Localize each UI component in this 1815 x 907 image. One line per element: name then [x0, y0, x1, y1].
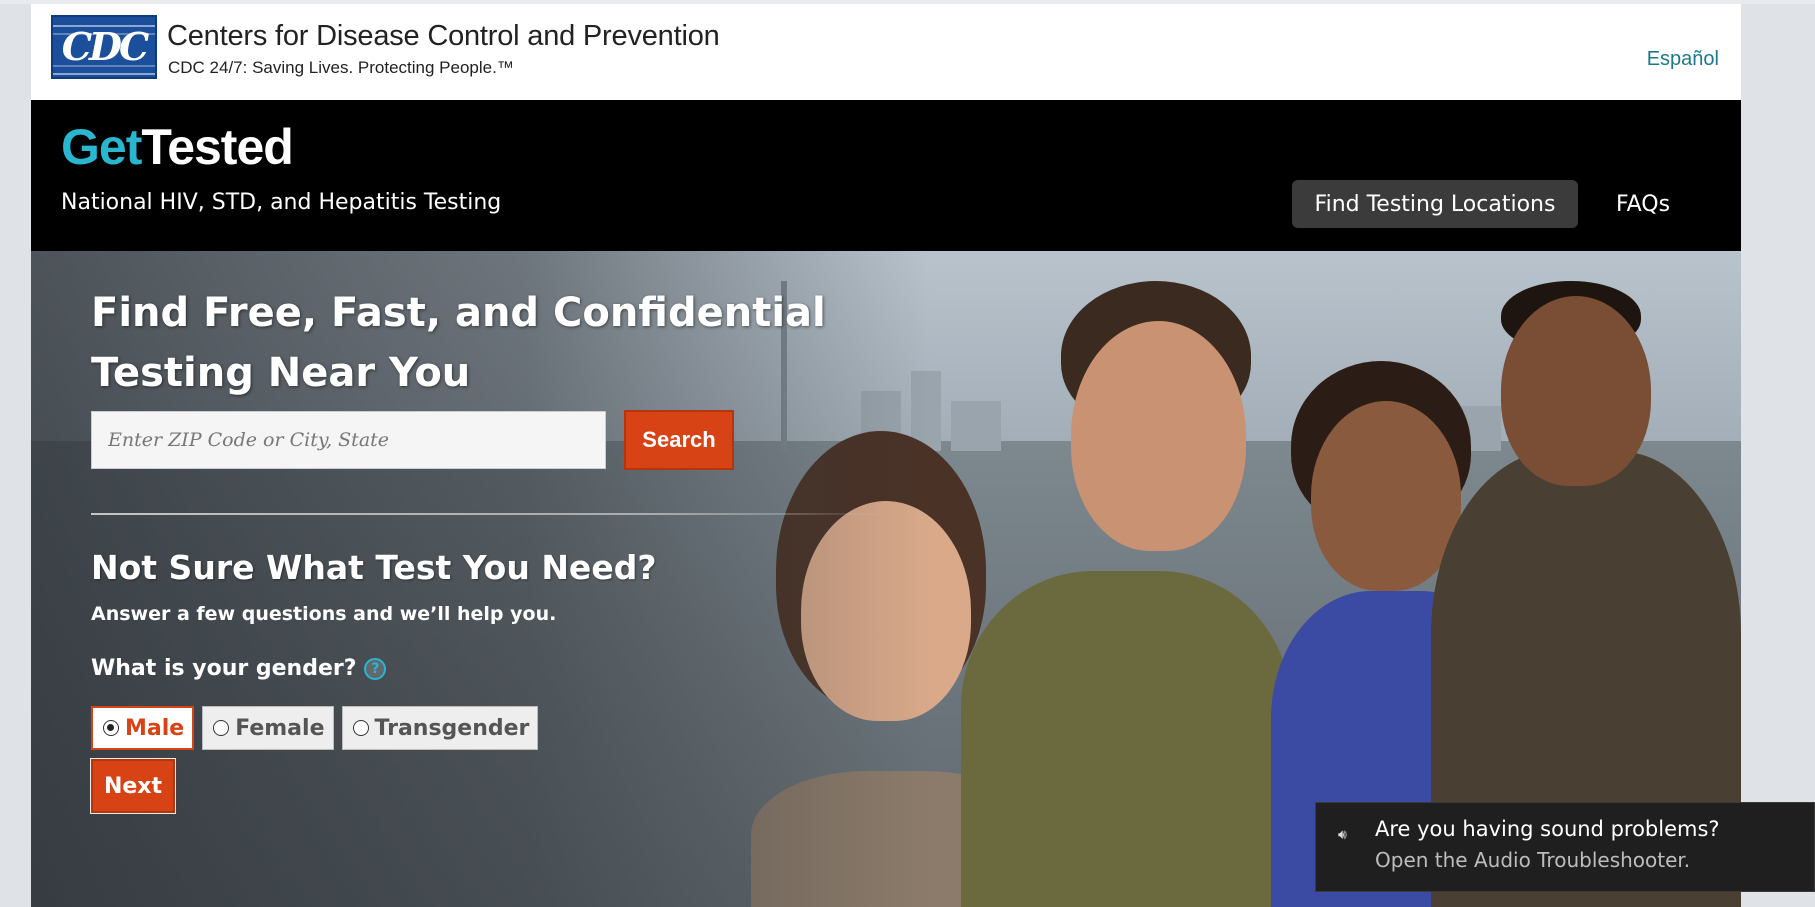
gettested-banner: GetTested National HIV, STD, and Hepatit… [31, 100, 1741, 251]
hero-title: Find Free, Fast, and Confidential Testin… [91, 290, 826, 396]
gender-option-label: Male [125, 715, 185, 741]
audio-troubleshooter-notification[interactable]: 🔊︎ Are you having sound problems? Open t… [1315, 802, 1815, 892]
gender-question: What is your gender? ? [91, 656, 387, 681]
next-button[interactable]: Next [91, 759, 175, 813]
hero-divider [91, 513, 891, 515]
nav-faqs[interactable]: FAQs [1616, 180, 1670, 228]
radio-selected-icon[interactable] [103, 720, 119, 736]
radio-empty-icon[interactable] [352, 720, 369, 736]
gender-question-label: What is your gender? [91, 656, 357, 681]
search-button[interactable]: Search [624, 410, 734, 470]
quiz-subheading: Answer a few questions and we’ll help yo… [91, 603, 557, 625]
logo-get: Get [61, 119, 142, 175]
gettested-logo[interactable]: GetTested [61, 119, 294, 175]
cdc-header: CDC Centers for Disease Control and Prev… [31, 4, 1741, 100]
cdc-logo-text: CDC [61, 24, 149, 69]
nav-find-testing-locations[interactable]: Find Testing Locations [1292, 180, 1578, 228]
page: CDC Centers for Disease Control and Prev… [31, 4, 1741, 907]
speaker-icon: 🔊︎ [1338, 827, 1347, 843]
location-search-input[interactable] [91, 411, 606, 469]
gender-option-label: Female [235, 715, 325, 741]
logo-tested: Tested [141, 119, 293, 175]
cdc-logo[interactable]: CDC [51, 15, 157, 79]
help-icon[interactable]: ? [364, 657, 387, 680]
gender-options: Male Female Transgender [91, 706, 539, 750]
toast-message[interactable]: Open the Audio Troubleshooter. [1375, 848, 1690, 872]
toast-title: Are you having sound problems? [1375, 817, 1720, 841]
espanol-link[interactable]: Español [1647, 48, 1719, 71]
banner-subtitle: National HIV, STD, and Hepatitis Testing [61, 190, 502, 215]
cdc-title[interactable]: Centers for Disease Control and Preventi… [167, 20, 720, 53]
gender-option-label: Transgender [374, 715, 530, 741]
quiz-heading: Not Sure What Test You Need? [91, 548, 657, 587]
gender-option-male[interactable]: Male [91, 706, 195, 750]
cdc-tagline: CDC 24/7: Saving Lives. Protecting Peopl… [168, 58, 514, 77]
radio-empty-icon[interactable] [213, 720, 230, 736]
gender-option-transgender[interactable]: Transgender [341, 706, 539, 750]
gender-option-female[interactable]: Female [202, 706, 334, 750]
